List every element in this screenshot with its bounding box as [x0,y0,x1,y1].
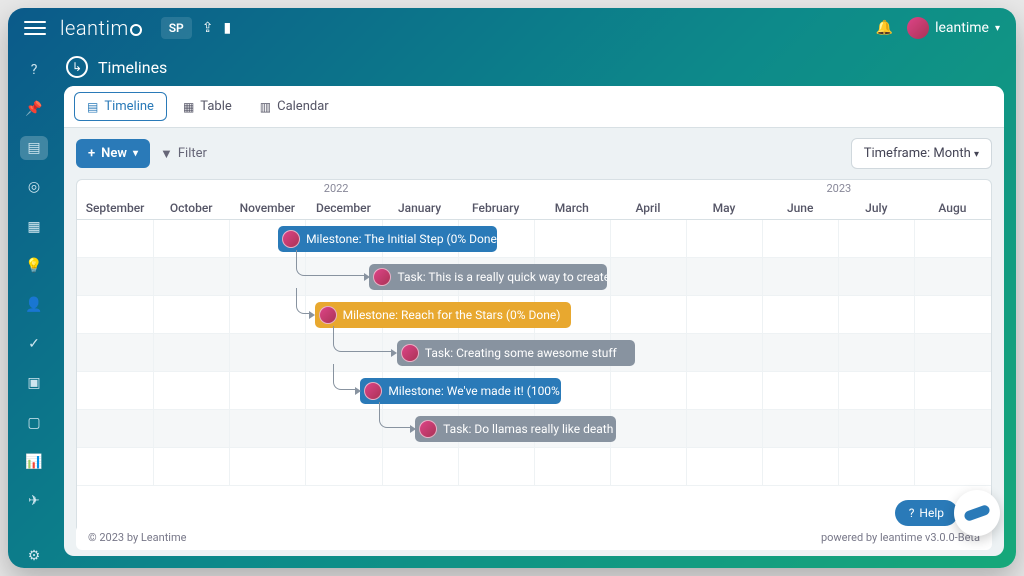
month-header: October [153,201,229,215]
avatar [907,17,929,39]
chat-bubble[interactable] [954,490,1000,536]
target-icon[interactable]: ◎ [20,176,48,199]
tab-timeline[interactable]: ▤Timeline [74,92,167,121]
bulb-icon[interactable]: 💡 [20,254,48,277]
share-icon[interactable]: ⇪ [202,20,214,36]
chevron-down-icon: ▾ [974,149,979,160]
month-header: September [77,201,153,215]
topbar: leantim SP ⇪ ▮ 🔔 leantime ▾ [8,8,1016,48]
assignee-avatar [373,268,391,286]
year-label: 2023 [826,182,851,195]
user-name: leantime [935,20,989,36]
month-header: February [458,201,534,215]
top-icons: ⇪ ▮ [202,20,231,36]
view-tabs: ▤Timeline ▦Table ▥Calendar [64,86,1004,128]
notifications-icon[interactable]: 🔔 [876,20,893,36]
page-title: Timelines [98,58,167,77]
assignee-avatar [364,382,382,400]
filter-button[interactable]: ▼Filter [160,146,207,162]
timeline-tab-icon: ▤ [87,100,98,114]
pin-icon[interactable]: 📌 [20,97,48,120]
gantt-header: 2022 2023 SeptemberOctoberNovemberDecembe… [77,180,991,220]
assignee-avatar [319,306,337,324]
gantt-rows: Milestone: The Initial Step (0% Done) Tas… [77,220,991,486]
month-header: April [610,201,686,215]
bar-label: Milestone: Reach for the Stars (0% Done) [343,308,561,322]
gantt-chart[interactable]: 2022 2023 SeptemberOctoberNovemberDecembe… [76,179,992,544]
filter-icon: ▼ [160,146,173,162]
month-header: December [305,201,381,215]
help-circle-icon[interactable]: ? [20,58,48,81]
bar-label: Task: Creating some awesome stuff [425,346,617,360]
gantt-bar[interactable]: Task: This is a really quick way to crea… [369,264,607,290]
person-icon[interactable]: 👤 [20,293,48,316]
assignee-avatar [282,230,300,248]
tab-calendar[interactable]: ▥Calendar [248,92,341,121]
month-header: July [838,201,914,215]
bar-label: Milestone: We've made it! (100% Done) [388,384,561,398]
year-label: 2022 [324,182,349,195]
month-header: March [534,201,610,215]
brand-logo[interactable]: leantim [60,16,143,40]
send-icon[interactable]: ✈ [20,490,48,513]
copyright: © 2023 by Leantime [88,531,186,544]
table-tab-icon: ▦ [183,100,194,114]
report-icon[interactable]: 📊 [20,450,48,473]
calendar-tab-icon: ▥ [260,100,271,114]
app-window: leantim SP ⇪ ▮ 🔔 leantime ▾ ? 📌 ▤ ◎ ▦ 💡 … [8,8,1016,568]
month-header: Augu [914,201,990,215]
doc-icon[interactable]: ▢ [20,411,48,434]
gantt-bar[interactable]: Milestone: We've made it! (100% Done) [360,378,561,404]
plus-icon: + [88,146,95,161]
timeframe-select[interactable]: Timeframe: Month ▾ [851,138,992,169]
assignee-avatar [401,344,419,362]
tab-table[interactable]: ▦Table [171,92,244,121]
main-content: ↳ Timelines ▤Timeline ▦Table ▥Calendar +… [60,48,1016,568]
gantt-bar[interactable]: Task: Creating some awesome stuff [397,340,635,366]
project-badge[interactable]: SP [161,17,192,39]
chat-icon [963,504,991,522]
toolbar: +New▾ ▼Filter Timeframe: Month ▾ [64,128,1004,179]
gantt-bar[interactable]: Milestone: Reach for the Stars (0% Done) [315,302,571,328]
user-menu[interactable]: leantime ▾ [907,17,1000,39]
tasks-icon[interactable]: ✓ [20,333,48,356]
bookmark-icon[interactable]: ▮ [223,20,231,36]
month-header: May [686,201,762,215]
board-icon[interactable]: ▦ [20,215,48,238]
help-button[interactable]: ?Help [895,500,958,526]
bar-label: Task: Do llamas really like death metal? [443,422,616,436]
month-header: June [762,201,838,215]
page-icon: ↳ [66,56,88,78]
content-card: ▤Timeline ▦Table ▥Calendar +New▾ ▼Filter… [64,86,1004,556]
chevron-down-icon: ▾ [133,148,138,159]
menu-toggle[interactable] [24,21,46,35]
settings-icon[interactable]: ⚙ [20,545,48,568]
gantt-bar[interactable]: Milestone: The Initial Step (0% Done) [278,226,497,252]
chevron-down-icon: ▾ [995,23,1000,34]
bar-label: Task: This is a really quick way to crea… [397,270,607,284]
timeline-icon[interactable]: ▤ [20,136,48,159]
bar-label: Milestone: The Initial Step (0% Done) [306,232,497,246]
page-header: ↳ Timelines [64,52,1004,86]
month-header: January [382,201,458,215]
new-button[interactable]: +New▾ [76,139,150,168]
help-icon: ? [909,506,915,520]
folder-icon[interactable]: ▣ [20,372,48,395]
month-header: November [229,201,305,215]
gantt-bar[interactable]: Task: Do llamas really like death metal? [415,416,616,442]
footer: © 2023 by Leantime powered by leantime v… [76,525,992,550]
sidebar: ? 📌 ▤ ◎ ▦ 💡 👤 ✓ ▣ ▢ 📊 ✈ ⚙ [8,48,60,568]
assignee-avatar [419,420,437,438]
footer-right: powered by leantime v3.0.0-Beta [821,531,980,544]
